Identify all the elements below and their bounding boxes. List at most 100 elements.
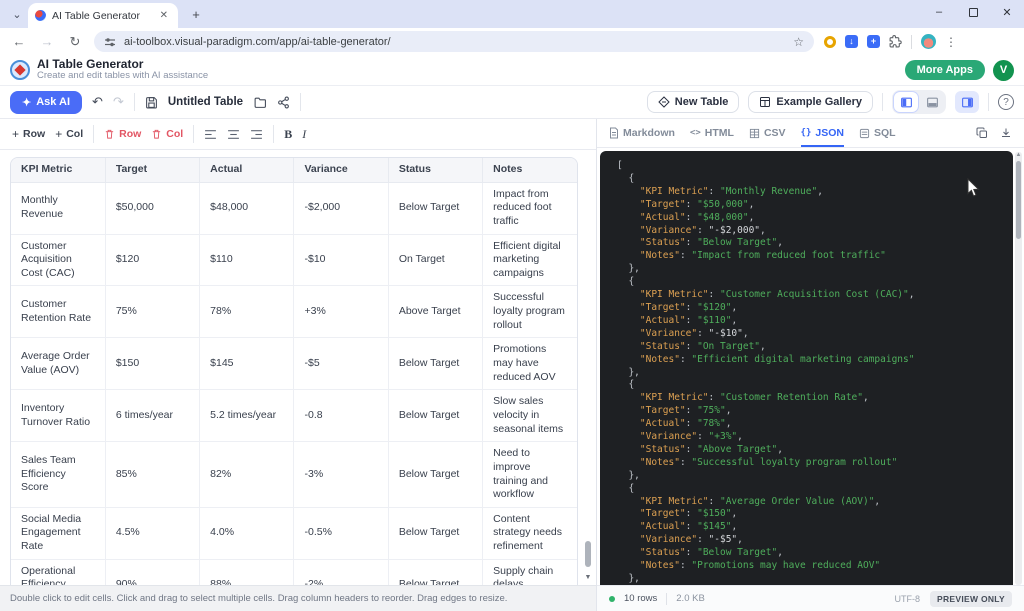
align-left-button[interactable] [204, 129, 217, 140]
copy-icon[interactable] [976, 127, 988, 139]
table-cell[interactable]: 88% [200, 559, 294, 585]
table-cell[interactable]: -0.8 [294, 390, 388, 442]
table-cell[interactable]: Content strategy needs refinement [483, 507, 577, 559]
back-button[interactable]: ← [10, 34, 28, 49]
delete-col-button[interactable]: Col [151, 128, 183, 140]
table-cell[interactable]: Customer Acquisition Cost (CAC) [11, 234, 105, 286]
table-cell[interactable]: Supply chain delays observed [483, 559, 577, 585]
extension-download-icon[interactable]: ↓ [845, 35, 858, 48]
table-cell[interactable]: -3% [294, 442, 388, 508]
add-row-button[interactable]: +Row [12, 127, 45, 141]
more-apps-button[interactable]: More Apps [905, 60, 985, 80]
column-header[interactable]: Variance [294, 158, 388, 182]
new-tab-button[interactable]: + [186, 4, 206, 24]
table-cell[interactable]: -$5 [294, 338, 388, 390]
table-cell[interactable]: Efficient digital marketing campaigns [483, 234, 577, 286]
table-cell[interactable]: $48,000 [200, 182, 294, 234]
table-cell[interactable]: Below Target [388, 442, 482, 508]
table-cell[interactable]: Promotions may have reduced AOV [483, 338, 577, 390]
download-icon[interactable] [1000, 127, 1012, 139]
table-cell[interactable]: Sales Team Efficiency Score [11, 442, 105, 508]
share-button[interactable] [277, 96, 290, 109]
table-cell[interactable]: Below Target [388, 559, 482, 585]
url-text[interactable]: ai-toolbox.visual-paradigm.com/app/ai-ta… [124, 36, 785, 48]
table-cell[interactable]: Successful loyalty program rollout [483, 286, 577, 338]
toggle-side-panel-button[interactable] [955, 91, 979, 113]
table-cell[interactable]: +3% [294, 286, 388, 338]
table-cell[interactable]: -$2,000 [294, 182, 388, 234]
table-cell[interactable]: Slow sales velocity in seasonal items [483, 390, 577, 442]
help-button[interactable]: ? [998, 94, 1014, 110]
forward-button[interactable]: → [38, 34, 56, 49]
table-cell[interactable]: Customer Retention Rate [11, 286, 105, 338]
table-cell[interactable]: $120 [105, 234, 199, 286]
table-cell[interactable]: $145 [200, 338, 294, 390]
table-cell[interactable]: $110 [200, 234, 294, 286]
extension-plus-icon[interactable]: + [867, 35, 880, 48]
add-col-button[interactable]: +Col [55, 127, 83, 141]
table-cell[interactable]: 85% [105, 442, 199, 508]
split-horizontal-button[interactable] [920, 92, 944, 112]
site-settings-icon[interactable] [104, 36, 116, 48]
table-cell[interactable]: Below Target [388, 507, 482, 559]
table-cell[interactable]: Below Target [388, 338, 482, 390]
table-cell[interactable]: Impact from reduced foot traffic [483, 182, 577, 234]
scrollbar-down-arrow[interactable]: ▼ [584, 574, 592, 581]
browser-profile-avatar[interactable] [921, 34, 936, 49]
table-cell[interactable]: -2% [294, 559, 388, 585]
new-table-button[interactable]: New Table [647, 91, 740, 113]
table-cell[interactable]: Monthly Revenue [11, 182, 105, 234]
tab-csv[interactable]: CSV [749, 119, 786, 147]
table-cell[interactable]: 4.5% [105, 507, 199, 559]
tab-html[interactable]: <> HTML [690, 119, 734, 147]
table-cell[interactable]: 82% [200, 442, 294, 508]
browser-menu-icon[interactable]: ⋮ [945, 35, 957, 49]
window-close-button[interactable]: ✕ [990, 0, 1024, 24]
save-button[interactable] [145, 96, 158, 109]
table-cell[interactable]: 4.0% [200, 507, 294, 559]
undo-button[interactable]: ↶ [92, 94, 103, 110]
table-cell[interactable]: Need to improve training and workflow [483, 442, 577, 508]
example-gallery-button[interactable]: Example Gallery [748, 91, 873, 113]
table-cell[interactable]: Inventory Turnover Ratio [11, 390, 105, 442]
window-maximize-button[interactable] [956, 0, 990, 24]
address-bar[interactable]: ai-toolbox.visual-paradigm.com/app/ai-ta… [94, 31, 814, 52]
bookmark-star-icon[interactable]: ☆ [793, 35, 804, 49]
table-cell[interactable]: Above Target [388, 286, 482, 338]
table-cell[interactable]: -0.5% [294, 507, 388, 559]
ask-ai-button[interactable]: ✦ Ask AI [10, 91, 82, 114]
align-right-button[interactable] [250, 129, 263, 140]
align-center-button[interactable] [227, 129, 240, 140]
window-minimize-button[interactable]: – [922, 0, 956, 24]
column-header[interactable]: Target [105, 158, 199, 182]
italic-button[interactable]: I [302, 127, 306, 142]
table-cell[interactable]: $50,000 [105, 182, 199, 234]
table-cell[interactable]: 5.2 times/year [200, 390, 294, 442]
table-cell[interactable]: 90% [105, 559, 199, 585]
extension-circle-icon[interactable] [824, 36, 836, 48]
code-scrollbar[interactable]: ▲ [1015, 152, 1022, 585]
table-scrollbar[interactable]: ▼ [584, 158, 592, 581]
reload-button[interactable]: ↻ [66, 34, 84, 50]
delete-row-button[interactable]: Row [104, 128, 141, 140]
split-vertical-button[interactable] [894, 92, 918, 112]
column-header[interactable]: Status [388, 158, 482, 182]
table-cell[interactable]: Operational Efficiency Score [11, 559, 105, 585]
scrollbar-thumb[interactable] [585, 541, 591, 567]
table-cell[interactable]: On Target [388, 234, 482, 286]
redo-button[interactable]: ↷ [113, 94, 124, 110]
browser-tab[interactable]: AI Table Generator ✕ [28, 3, 178, 28]
bold-button[interactable]: B [284, 127, 292, 142]
table-cell[interactable]: -$10 [294, 234, 388, 286]
extensions-puzzle-icon[interactable] [889, 35, 902, 48]
open-folder-button[interactable] [253, 96, 267, 109]
table-cell[interactable]: Below Target [388, 182, 482, 234]
table-cell[interactable]: $150 [105, 338, 199, 390]
scrollbar-up-arrow[interactable]: ▲ [1015, 152, 1022, 158]
column-header[interactable]: KPI Metric [11, 158, 105, 182]
table-cell[interactable]: Social Media Engagement Rate [11, 507, 105, 559]
tab-search-button[interactable]: ⌄ [6, 3, 28, 25]
table-cell[interactable]: Below Target [388, 390, 482, 442]
tab-markdown[interactable]: Markdown [609, 119, 675, 147]
table-cell[interactable]: 75% [105, 286, 199, 338]
